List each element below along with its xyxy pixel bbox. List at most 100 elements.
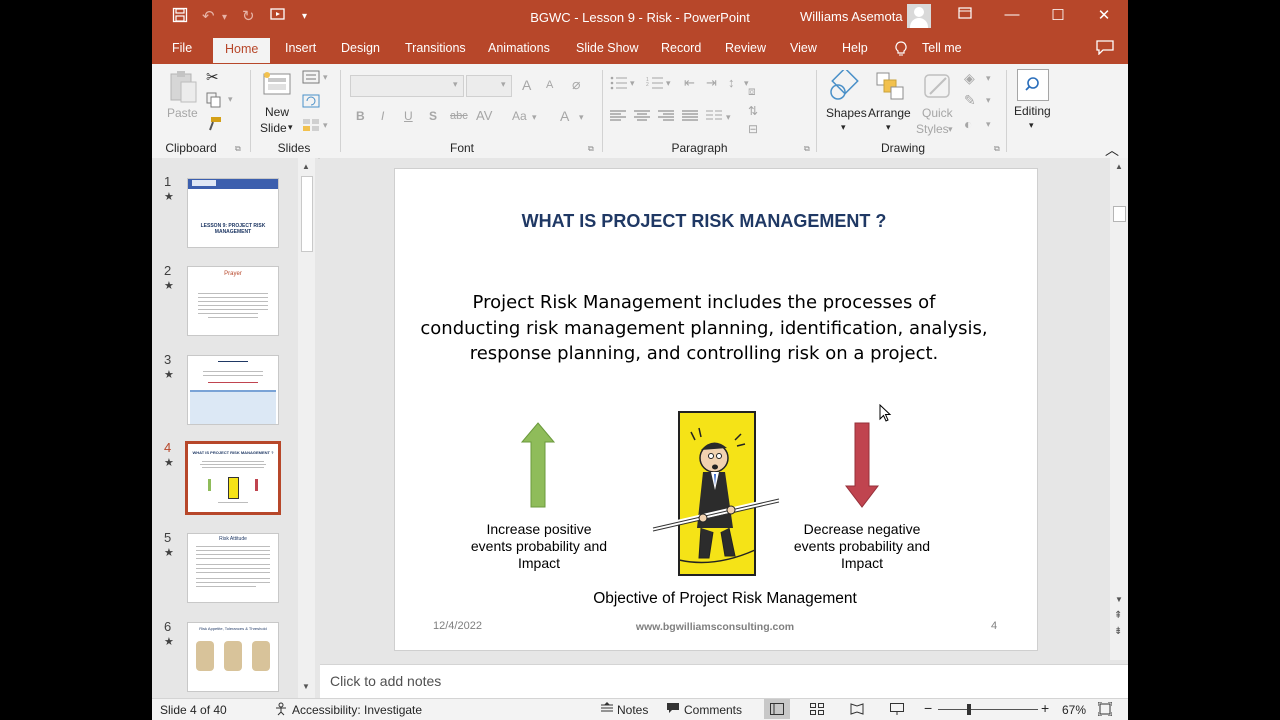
accessibility-status[interactable]: Accessibility: Investigate [292, 703, 422, 717]
increase-font-size-icon[interactable]: A [522, 77, 531, 93]
copy-icon[interactable] [206, 92, 222, 111]
slide-title[interactable]: WHAT IS PROJECT RISK MANAGEMENT ? [395, 211, 1013, 232]
strikethrough-button[interactable]: abc [450, 110, 468, 122]
next-slide-icon[interactable]: ⇟ [1114, 626, 1122, 637]
justify-icon[interactable] [682, 110, 698, 125]
increase-indent-icon[interactable]: ⇥ [706, 75, 717, 91]
maximize-icon[interactable]: ☐ [1043, 6, 1073, 24]
align-text-icon[interactable]: ⊟ [748, 122, 758, 136]
comments-button[interactable]: Comments [684, 703, 742, 717]
green-up-arrow[interactable] [520, 422, 556, 508]
clear-formatting-icon[interactable]: ⌀ [572, 76, 580, 93]
find-icon[interactable] [1017, 69, 1049, 101]
close-icon[interactable]: ✕ [1089, 6, 1119, 24]
tab-home[interactable]: Home [213, 38, 271, 63]
zoom-slider-thumb[interactable] [967, 704, 971, 715]
slide-thumbnail-5[interactable]: Risk Attitude [187, 533, 279, 603]
new-slide-dropdown-icon[interactable]: ▾ [288, 122, 293, 133]
slide-thumbnail-1[interactable]: LESSON 9: PROJECT RISK MANAGEMENT [187, 178, 279, 248]
arrange-button[interactable]: Arrange [868, 106, 911, 120]
objective-caption[interactable]: Objective of Project Risk Management [555, 590, 895, 608]
slide-body-text[interactable]: Project Risk Management includes the pro… [395, 290, 1013, 367]
zoom-level[interactable]: 67% [1062, 703, 1086, 717]
paste-button[interactable]: Paste [167, 106, 198, 120]
font-color-button[interactable]: A [560, 108, 569, 124]
minimize-icon[interactable]: — [997, 6, 1027, 23]
tell-me-search[interactable]: Tell me [922, 41, 962, 55]
tab-transitions[interactable]: Transitions [405, 41, 466, 55]
collapse-ribbon-icon[interactable]: ︿ [1105, 140, 1119, 160]
tab-insert[interactable]: Insert [285, 41, 316, 55]
change-case-button[interactable]: Aa [512, 109, 527, 123]
text-direction-icon[interactable]: ⇅ [748, 104, 758, 118]
scroll-down-icon[interactable]: ▼ [302, 682, 310, 691]
slide-sorter-icon[interactable] [810, 703, 824, 718]
font-name-dropdown-icon[interactable]: ▾ [453, 79, 458, 90]
shape-fill-icon[interactable]: ◈ [964, 70, 975, 87]
numbering-icon[interactable]: 12 [646, 76, 664, 93]
slide-show-icon[interactable] [890, 703, 904, 718]
font-size-dropdown-icon[interactable]: ▾ [501, 79, 506, 90]
comments-pane-icon[interactable] [1096, 40, 1114, 58]
underline-button[interactable]: U [404, 109, 413, 123]
shape-outline-icon[interactable]: ✎ [964, 92, 976, 109]
columns-dropdown-icon[interactable]: ▾ [726, 112, 731, 123]
format-painter-icon[interactable] [206, 116, 222, 135]
tab-design[interactable]: Design [341, 41, 380, 55]
ribbon-display-options-icon[interactable] [950, 6, 980, 23]
decrease-font-size-icon[interactable]: A [546, 79, 553, 91]
accessibility-icon[interactable] [274, 702, 288, 719]
change-case-dropdown-icon[interactable]: ▾ [532, 112, 537, 123]
shape-fill-dropdown-icon[interactable]: ▾ [986, 73, 991, 84]
tab-view[interactable]: View [790, 41, 817, 55]
tab-help[interactable]: Help [842, 41, 868, 55]
new-slide-label-1[interactable]: New [265, 105, 289, 119]
section-icon[interactable] [302, 118, 320, 135]
scroll-up-icon[interactable]: ▲ [1115, 162, 1123, 171]
columns-icon[interactable] [706, 110, 722, 125]
layout-dropdown-icon[interactable]: ▾ [323, 72, 328, 83]
line-spacing-icon[interactable]: ↕ [728, 75, 735, 90]
editing-button[interactable]: Editing [1014, 104, 1051, 118]
tab-slide-show[interactable]: Slide Show [576, 41, 639, 55]
tab-record[interactable]: Record [661, 41, 701, 55]
slide-thumbnail-6[interactable]: Risk Appetite, Tolerances & Threshold [187, 622, 279, 692]
reading-view-icon[interactable] [850, 703, 864, 718]
arrange-dropdown-icon[interactable]: ▾ [886, 122, 891, 133]
quick-styles-label-1[interactable]: Quick [922, 106, 953, 120]
quick-styles-dropdown-icon[interactable]: ▾ [948, 124, 953, 135]
align-center-icon[interactable] [634, 110, 650, 125]
drawing-launcher-icon[interactable]: ⧉ [994, 144, 1000, 154]
shapes-dropdown-icon[interactable]: ▾ [841, 122, 846, 133]
thumbnail-scrollbar[interactable]: ▲ ▼ [298, 158, 315, 698]
font-color-dropdown-icon[interactable]: ▾ [579, 112, 584, 123]
slide-scrollbar[interactable]: ▲ ▼ ⇞ ⇟ [1110, 158, 1128, 660]
align-right-icon[interactable] [658, 110, 674, 125]
zoom-out-icon[interactable]: − [924, 700, 932, 716]
slide-thumbnail-2[interactable]: Prayer [187, 266, 279, 336]
comments-icon[interactable] [666, 702, 680, 717]
align-left-icon[interactable] [610, 110, 626, 125]
zoom-slider[interactable] [938, 709, 1038, 710]
previous-slide-icon[interactable]: ⇞ [1114, 610, 1122, 621]
zoom-in-icon[interactable]: + [1041, 700, 1049, 716]
fit-to-window-icon[interactable] [1097, 701, 1113, 719]
normal-view-button[interactable] [764, 699, 790, 719]
cut-icon[interactable]: ✂ [206, 68, 219, 86]
shape-effects-dropdown-icon[interactable]: ▾ [986, 119, 991, 130]
font-launcher-icon[interactable]: ⧉ [588, 144, 594, 154]
new-slide-icon[interactable] [262, 70, 292, 103]
shapes-button[interactable]: Shapes [826, 106, 867, 120]
paragraph-launcher-icon[interactable]: ⧉ [804, 144, 810, 154]
avatar[interactable] [907, 4, 931, 28]
paste-icon[interactable] [168, 70, 198, 107]
red-down-arrow[interactable] [844, 422, 880, 508]
font-name-box[interactable] [350, 75, 464, 97]
tab-review[interactable]: Review [725, 41, 766, 55]
bullets-dropdown-icon[interactable]: ▾ [630, 78, 635, 89]
numbering-dropdown-icon[interactable]: ▾ [666, 78, 671, 89]
scroll-down-icon[interactable]: ▼ [1115, 595, 1123, 604]
quick-styles-icon[interactable] [922, 70, 954, 105]
shape-effects-icon[interactable]: ◐ [964, 116, 972, 132]
scroll-thumb[interactable] [301, 176, 313, 252]
